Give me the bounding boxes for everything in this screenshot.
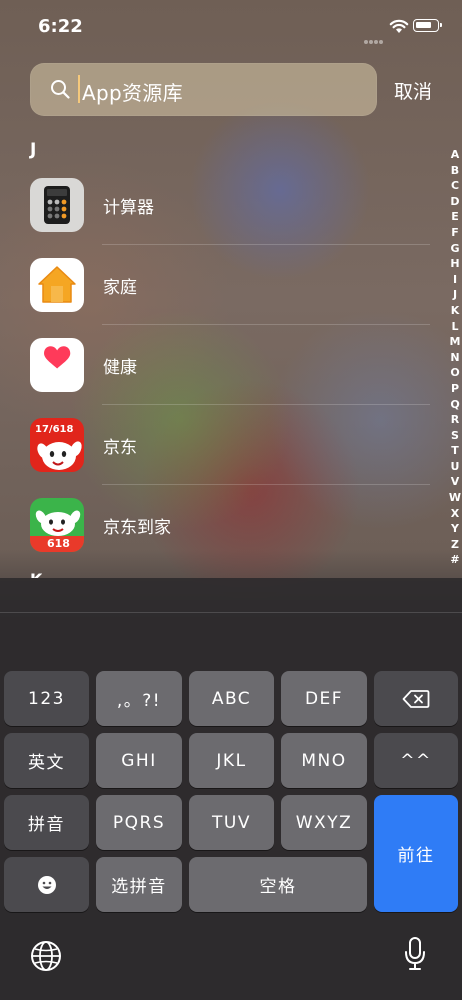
key-jkl[interactable]: JKL [189, 733, 274, 788]
index-letter[interactable]: B [448, 163, 462, 179]
key-english[interactable]: 英文 [4, 733, 89, 788]
status-bar: 6:22 [0, 0, 462, 56]
app-row-health[interactable]: 健康 [30, 338, 430, 418]
index-letter[interactable]: K [448, 303, 462, 319]
index-letter[interactable]: J [448, 287, 462, 303]
index-letter[interactable]: Q [448, 397, 462, 413]
index-letter[interactable]: F [448, 225, 462, 241]
index-letter[interactable]: R [448, 412, 462, 428]
index-letter[interactable]: U [448, 459, 462, 475]
app-name: 京东到家 [103, 518, 171, 538]
row-divider [102, 484, 430, 485]
key-pqrs[interactable]: PQRS [96, 795, 182, 850]
space-key[interactable]: 空格 [189, 857, 367, 912]
key-wxyz[interactable]: WXYZ [281, 795, 367, 850]
index-letter[interactable]: # [448, 552, 462, 568]
key-mno[interactable]: MNO [281, 733, 367, 788]
app-row-home[interactable]: 家庭 [30, 258, 430, 338]
jd-app-icon: 17/618 [30, 418, 84, 472]
index-letter[interactable]: Y [448, 521, 462, 537]
row-divider [102, 244, 430, 245]
index-letter[interactable]: I [448, 272, 462, 288]
calculator-icon [30, 178, 84, 232]
key-abc[interactable]: ABC [189, 671, 274, 726]
app-row-jd-daojia[interactable]: 618 京东到家 [30, 498, 430, 578]
globe-icon[interactable] [30, 940, 62, 972]
index-letter[interactable]: S [448, 428, 462, 444]
alphabet-index[interactable]: A B C D E F G H I J K L M N O P Q R S T U V W X Y Z # [448, 147, 462, 568]
emoji-key[interactable] [4, 857, 89, 912]
app-row-calculator[interactable]: 计算器 [30, 178, 430, 258]
search-placeholder: App资源库 [82, 81, 183, 105]
index-letter[interactable]: Z [448, 537, 462, 553]
key-123[interactable]: 123 [4, 671, 89, 726]
go-button[interactable]: 前往 [374, 795, 458, 912]
index-letter[interactable]: E [448, 209, 462, 225]
cellular-signal-icon [364, 29, 386, 44]
section-header-j: J [30, 140, 37, 160]
delete-key[interactable] [374, 671, 458, 726]
key-select-pinyin[interactable]: 选拼音 [96, 857, 182, 912]
section-header-k: K [30, 570, 42, 578]
text-cursor [78, 75, 80, 103]
index-letter[interactable]: T [448, 443, 462, 459]
index-letter[interactable]: D [448, 194, 462, 210]
app-name: 京东 [103, 438, 137, 458]
app-name: 健康 [103, 358, 137, 378]
index-letter[interactable]: H [448, 256, 462, 272]
key-ghi[interactable]: GHI [96, 733, 182, 788]
keyboard [0, 578, 462, 1000]
index-letter[interactable]: C [448, 178, 462, 194]
index-letter[interactable]: A [448, 147, 462, 163]
delete-icon [402, 689, 430, 708]
health-app-icon [30, 338, 84, 392]
jd-daojia-app-icon: 618 [30, 498, 84, 552]
jd-daojia-badge-text: 618 [47, 537, 70, 550]
key-pinyin[interactable]: 拼音 [4, 795, 89, 850]
row-divider [102, 324, 430, 325]
app-library-search-field[interactable]: App资源库 [30, 63, 377, 116]
search-icon [51, 80, 70, 99]
key-punctuation[interactable]: ,。?! [96, 671, 182, 726]
microphone-icon[interactable] [403, 936, 427, 972]
jd-badge-text: 17/618 [35, 424, 74, 435]
index-letter[interactable]: O [448, 365, 462, 381]
key-tuv[interactable]: TUV [189, 795, 274, 850]
app-name: 计算器 [103, 198, 154, 218]
index-letter[interactable]: N [448, 350, 462, 366]
app-row-jd[interactable]: 17/618 京东 [30, 418, 430, 498]
key-emoticon-caret[interactable]: ^^ [374, 733, 458, 788]
wifi-icon [389, 19, 409, 33]
index-letter[interactable]: L [448, 319, 462, 335]
index-letter[interactable]: M [448, 334, 462, 350]
keyboard-suggestion-divider [0, 612, 462, 613]
battery-icon [413, 19, 442, 32]
index-letter[interactable]: V [448, 474, 462, 490]
index-letter[interactable]: P [448, 381, 462, 397]
cancel-button[interactable]: 取消 [394, 77, 432, 104]
index-letter[interactable]: G [448, 241, 462, 257]
key-def[interactable]: DEF [281, 671, 367, 726]
index-letter[interactable]: W [448, 490, 462, 506]
row-divider [102, 404, 430, 405]
emoji-icon [37, 875, 56, 894]
index-letter[interactable]: X [448, 506, 462, 522]
app-name: 家庭 [103, 278, 137, 298]
home-app-icon [30, 258, 84, 312]
status-time: 6:22 [38, 16, 83, 37]
